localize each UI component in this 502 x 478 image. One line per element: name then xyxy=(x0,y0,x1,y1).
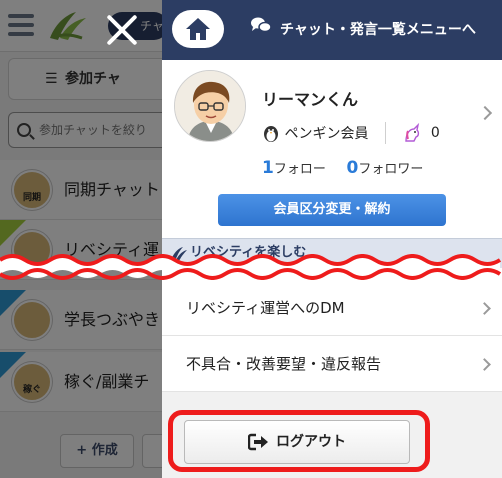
chevron-right-icon xyxy=(478,302,491,315)
membership-row: ペンギン会員 0 xyxy=(262,122,440,144)
chevron-right-icon xyxy=(477,105,493,121)
follower-count: 0 xyxy=(346,158,359,178)
user-name: リーマンくん xyxy=(262,90,359,109)
home-icon xyxy=(186,18,210,40)
wavy-cut-divider xyxy=(0,254,502,280)
logout-highlight-box xyxy=(168,410,430,472)
follow-label: フォロー xyxy=(273,162,326,177)
unicorn-icon xyxy=(402,122,426,142)
side-drawer: チャット・発言一覧メニューへ リーマンくん ペンギン会員 0 1フォロー 0フォ… xyxy=(162,0,502,478)
chat-menu-link[interactable]: チャット・発言一覧メニューへ xyxy=(250,0,476,60)
profile-card[interactable]: リーマンくん ペンギン会員 0 1フォロー 0フォロワー 会員区分変更・解約 xyxy=(162,60,502,238)
user-avatar[interactable] xyxy=(174,70,246,142)
close-icon[interactable] xyxy=(104,12,140,48)
menu-item-dm-to-admin[interactable]: リベシティ運営へのDM xyxy=(162,280,502,336)
follow-stats[interactable]: 1フォロー 0フォロワー xyxy=(262,158,423,178)
member-type-label: ペンギン会員 xyxy=(284,126,369,142)
unicorn-count: 0 xyxy=(430,125,440,141)
chat-menu-link-label: チャット・発言一覧メニューへ xyxy=(280,22,476,38)
menu-item-label: 不具合・改善要望・違反報告 xyxy=(186,355,382,373)
separator xyxy=(384,122,386,144)
follower-label: フォロワー xyxy=(358,162,424,177)
home-button[interactable] xyxy=(172,10,224,48)
menu-item-label: リベシティ運営へのDM xyxy=(186,299,345,317)
drawer-header: チャット・発言一覧メニューへ xyxy=(162,0,502,60)
menu-item-bug-report[interactable]: 不具合・改善要望・違反報告 xyxy=(162,336,502,392)
chevron-right-icon xyxy=(478,358,491,371)
plan-change-button[interactable]: 会員区分変更・解約 xyxy=(218,194,446,226)
follow-count: 1 xyxy=(262,158,274,178)
penguin-icon xyxy=(262,125,284,142)
chat-bubbles-icon xyxy=(250,0,272,60)
